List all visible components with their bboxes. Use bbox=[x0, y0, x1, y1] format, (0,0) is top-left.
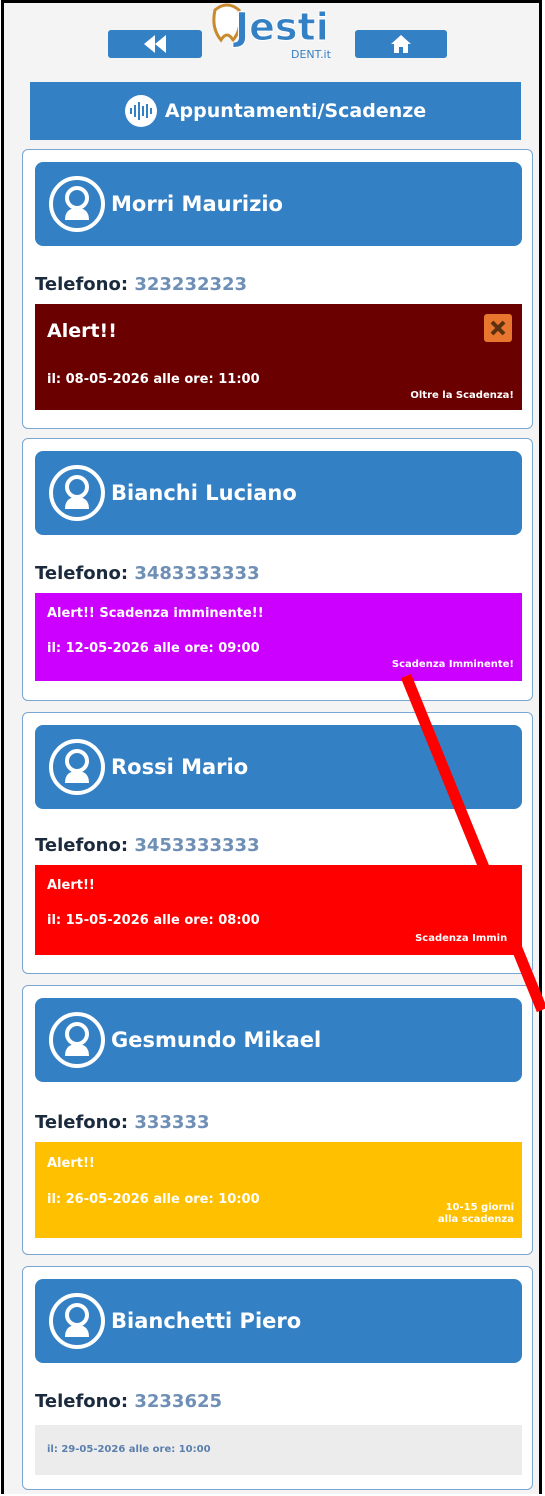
alert-date: il: 12-05-2026 alle ore: 09:00 bbox=[47, 641, 260, 656]
phone-number[interactable]: 3483333333 bbox=[134, 563, 259, 584]
alert-box: Alert!! il: 26-05-2026 alle ore: 10:00 1… bbox=[35, 1142, 522, 1238]
user-avatar-icon bbox=[49, 1293, 105, 1349]
alert-date: il: 08-05-2026 alle ore: 11:00 bbox=[47, 372, 260, 387]
close-icon bbox=[490, 320, 506, 336]
alert-date: il: 26-05-2026 alle ore: 10:00 bbox=[47, 1192, 260, 1207]
patient-name-bar[interactable]: Morri Maurizio bbox=[35, 162, 522, 246]
phone-number[interactable]: 323232323 bbox=[134, 274, 247, 295]
patient-name: Rossi Mario bbox=[111, 755, 249, 779]
patient-card: Rossi Mario Telefono: 3453333333 Alert!!… bbox=[22, 712, 533, 974]
alert-status-line: alla scadenza bbox=[437, 1214, 514, 1225]
phone-label: Telefono: bbox=[35, 1112, 129, 1133]
phone-label: Telefono: bbox=[35, 1391, 129, 1412]
alert-title: Alert!! bbox=[47, 878, 95, 893]
phone-row: Telefono: 3233625 bbox=[35, 1391, 222, 1412]
phone-row: Telefono: 3483333333 bbox=[35, 563, 260, 584]
alert-status: Scadenza Immine bbox=[415, 933, 514, 944]
phone-number[interactable]: 333333 bbox=[134, 1112, 209, 1133]
patient-name: Gesmundo Mikael bbox=[111, 1028, 322, 1052]
alert-status: 10-15 giorni alla scadenza bbox=[438, 1202, 514, 1226]
back-button[interactable] bbox=[108, 30, 202, 58]
patient-name-bar[interactable]: Bianchi Luciano bbox=[35, 451, 522, 535]
jestident-logo: Jesti DENT.it bbox=[205, 0, 345, 70]
patient-card: Bianchetti Piero Telefono: 3233625 il: 2… bbox=[22, 1266, 533, 1490]
phone-label: Telefono: bbox=[35, 274, 129, 295]
alert-status: Oltre la Scadenza! bbox=[410, 390, 514, 401]
phone-row: Telefono: 323232323 bbox=[35, 274, 247, 295]
rewind-icon bbox=[144, 35, 166, 53]
phone-number[interactable]: 3233625 bbox=[134, 1391, 222, 1412]
phone-label: Telefono: bbox=[35, 563, 129, 584]
phone-label: Telefono: bbox=[35, 835, 129, 856]
patient-name-bar[interactable]: Rossi Mario bbox=[35, 725, 522, 809]
patient-card: Gesmundo Mikael Telefono: 333333 Alert!!… bbox=[22, 985, 533, 1255]
user-avatar-icon bbox=[49, 176, 105, 232]
home-icon bbox=[391, 35, 411, 53]
section-header: Appuntamenti/Scadenze bbox=[30, 82, 521, 140]
dismiss-button[interactable] bbox=[484, 314, 512, 342]
phone-row: Telefono: 3453333333 bbox=[35, 835, 260, 856]
patient-name-bar[interactable]: Bianchetti Piero bbox=[35, 1279, 522, 1363]
home-button[interactable] bbox=[355, 30, 447, 58]
alert-box: il: 29-05-2026 alle ore: 10:00 bbox=[35, 1425, 522, 1475]
patient-name: Bianchi Luciano bbox=[111, 481, 297, 505]
alert-status: Scadenza Imminente! bbox=[391, 659, 514, 670]
patient-name: Morri Maurizio bbox=[111, 192, 283, 216]
alert-box: Alert!! il: 15-05-2026 alle ore: 08:00 S… bbox=[35, 865, 522, 955]
user-avatar-icon bbox=[49, 1012, 105, 1068]
phone-row: Telefono: 333333 bbox=[35, 1112, 210, 1133]
logo-subtext: DENT.it bbox=[291, 48, 332, 61]
patient-name-bar[interactable]: Gesmundo Mikael bbox=[35, 998, 522, 1082]
alert-box: Alert!! il: 08-05-2026 alle ore: 11:00 O… bbox=[35, 304, 522, 410]
logo-text: Jesti bbox=[232, 5, 329, 49]
alert-title: Alert!! Scadenza imminente!! bbox=[47, 606, 264, 621]
user-avatar-icon bbox=[49, 739, 105, 795]
alert-status-line: 10-15 giorni bbox=[445, 1202, 514, 1213]
phone-number[interactable]: 3453333333 bbox=[134, 835, 259, 856]
alert-date: il: 29-05-2026 alle ore: 10:00 bbox=[47, 1444, 211, 1455]
alert-date: il: 15-05-2026 alle ore: 08:00 bbox=[47, 913, 260, 928]
patient-card: Morri Maurizio Telefono: 323232323 Alert… bbox=[22, 149, 533, 429]
page-title: Appuntamenti/Scadenze bbox=[164, 100, 427, 122]
user-avatar-icon bbox=[49, 465, 105, 521]
patient-card: Bianchi Luciano Telefono: 3483333333 Ale… bbox=[22, 438, 533, 701]
alert-box: Alert!! Scadenza imminente!! il: 12-05-2… bbox=[35, 593, 522, 681]
alert-title: Alert!! bbox=[47, 1156, 95, 1171]
alert-title: Alert!! bbox=[47, 320, 117, 342]
patient-name: Bianchetti Piero bbox=[111, 1309, 302, 1333]
audio-wave-icon bbox=[124, 95, 157, 127]
